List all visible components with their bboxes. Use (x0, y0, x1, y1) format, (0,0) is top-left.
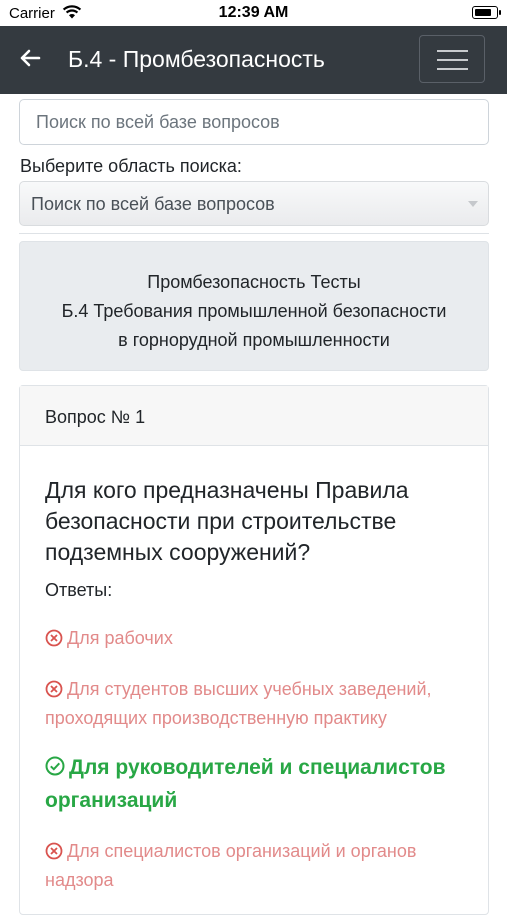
check-circle-icon (45, 756, 65, 776)
hamburger-icon (437, 50, 468, 52)
search-area-value: Поиск по всей базе вопросов (31, 194, 275, 214)
answer-text: Для студентов высших учебных заведений, … (45, 679, 432, 728)
answer-item-correct: Для руководителей и специалистов организ… (45, 751, 475, 817)
info-line-1: Промбезопасность Тесты (147, 272, 361, 292)
info-line-3: в горнорудной промышленности (118, 330, 390, 350)
status-bar: Carrier 12:39 AM (0, 0, 507, 26)
search-input[interactable] (19, 99, 489, 145)
x-circle-icon (45, 680, 63, 698)
answer-text: Для рабочих (67, 628, 173, 648)
x-circle-icon (45, 842, 63, 860)
navbar: Б.4 - Промбезопасность (0, 26, 507, 94)
back-arrow-icon[interactable] (18, 46, 42, 70)
answer-text: Для специалистов организаций и органов н… (45, 841, 417, 890)
question-text: Для кого предназначены Правила безопасно… (45, 477, 409, 565)
page-title: Б.4 - Промбезопасность (68, 46, 325, 72)
test-info-card: Промбезопасность Тесты Б.4 Требования пр… (19, 241, 489, 371)
question-card: Вопрос № 1 Для кого предназначены Правил… (19, 385, 489, 915)
info-line-2: Б.4 Требования промышленной безопасности (61, 301, 447, 321)
answers-label: Ответы: (45, 580, 113, 600)
answer-item-wrong: Для рабочих (45, 624, 475, 653)
search-area-label: Выберите область поиска: (20, 156, 242, 176)
answer-text: Для руководителей и специалистов организ… (45, 756, 446, 812)
menu-button[interactable] (419, 35, 485, 83)
chevron-down-icon (468, 201, 478, 207)
clock: 12:39 AM (218, 4, 289, 21)
divider (19, 233, 489, 234)
search-area-select[interactable]: Поиск по всей базе вопросов (19, 181, 489, 226)
battery-icon (472, 6, 501, 19)
answer-item-wrong: Для студентов высших учебных заведений, … (45, 675, 475, 733)
x-circle-icon (45, 629, 63, 647)
question-number: Вопрос № 1 (20, 386, 488, 446)
answer-item-wrong: Для специалистов организаций и органов н… (45, 837, 475, 895)
